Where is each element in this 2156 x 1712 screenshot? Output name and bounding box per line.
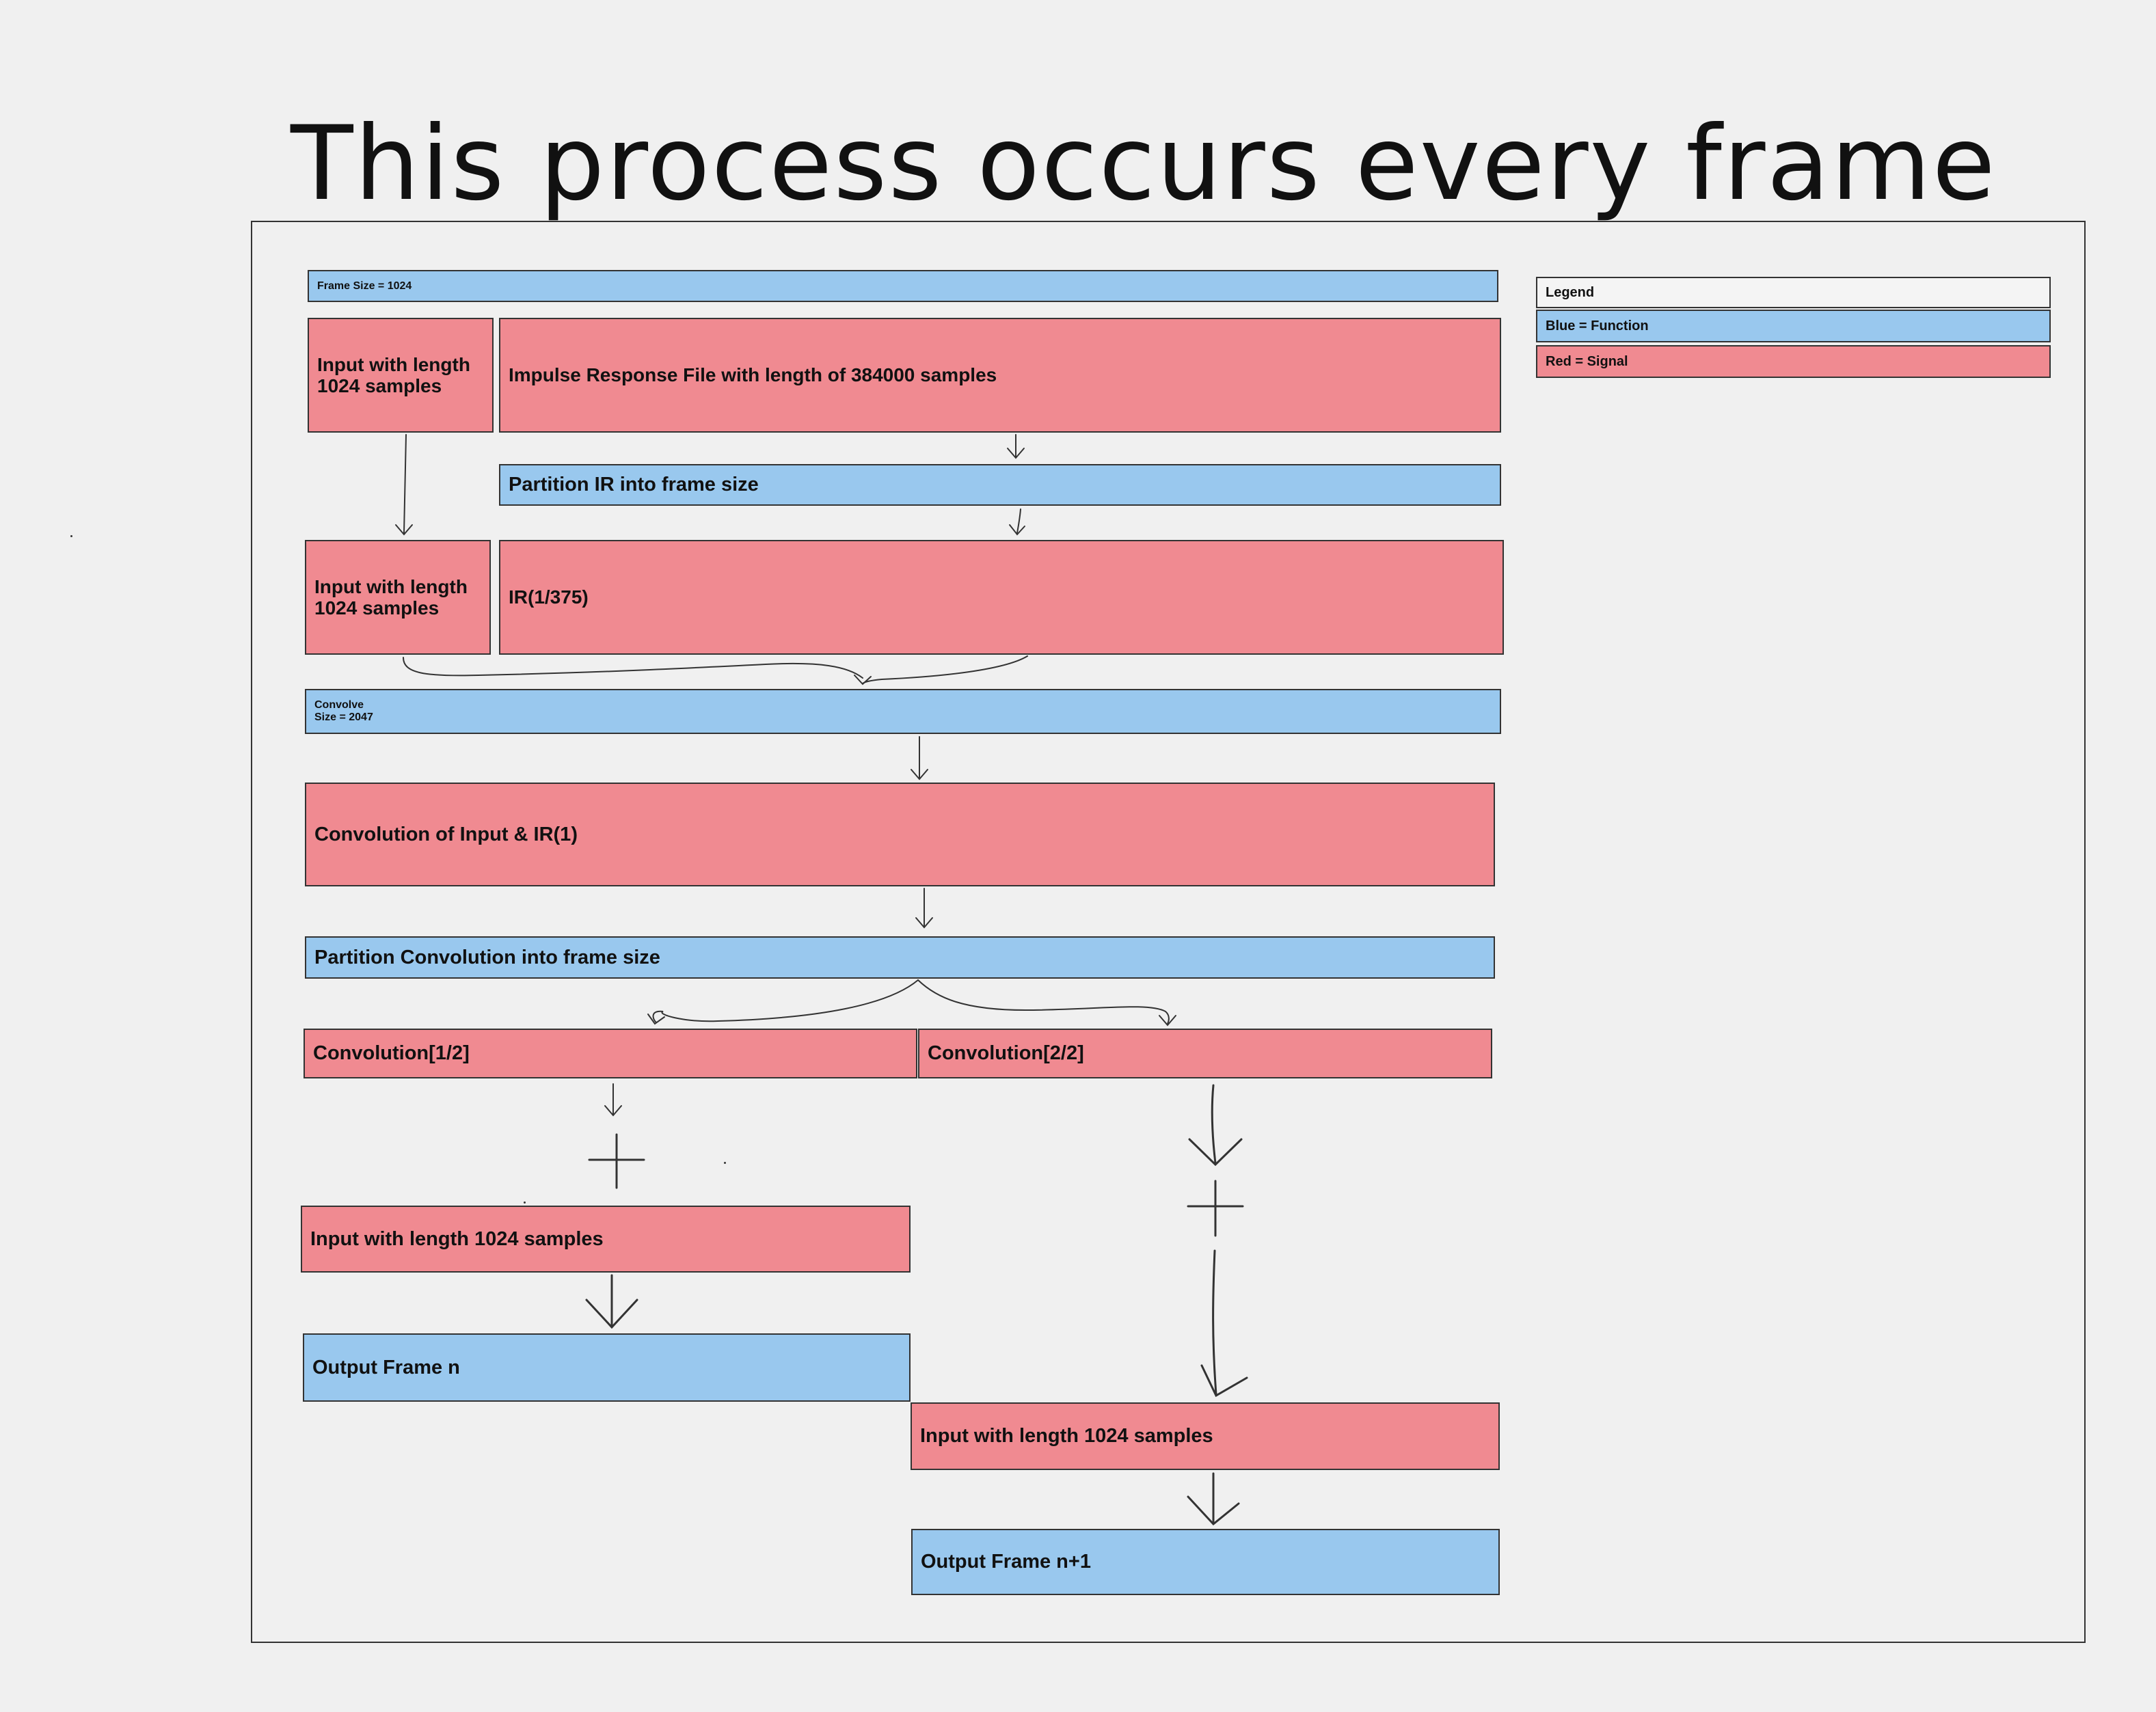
arrow-result-to-partition: [915, 888, 933, 929]
stray-dot-3: [724, 1162, 726, 1164]
connector-layer: [395, 434, 1248, 1526]
arrow-plus-right-to-input: [1200, 1249, 1248, 1398]
arrow-input-top-to-input-second: [395, 434, 413, 536]
arrow-input-left-to-output: [585, 1274, 638, 1329]
plus-left-icon: [588, 1133, 645, 1189]
arrow-input-right-to-output: [1187, 1472, 1240, 1526]
arrow-ir-to-partition: [1007, 434, 1025, 459]
arrow-convolve-to-result: [911, 736, 928, 780]
arrow-merge-to-convolve: [403, 655, 1028, 685]
arrow-half1-down: [604, 1083, 622, 1117]
plus-right-icon: [1187, 1180, 1244, 1237]
arrow-partition-to-ir-part: [1009, 508, 1025, 536]
stray-dot-1: [70, 535, 72, 537]
arrow-split-right: [917, 979, 1176, 1027]
arrow-split-left: [647, 979, 919, 1025]
arrow-half2-down: [1188, 1084, 1243, 1167]
stray-dot-2: [524, 1201, 526, 1204]
